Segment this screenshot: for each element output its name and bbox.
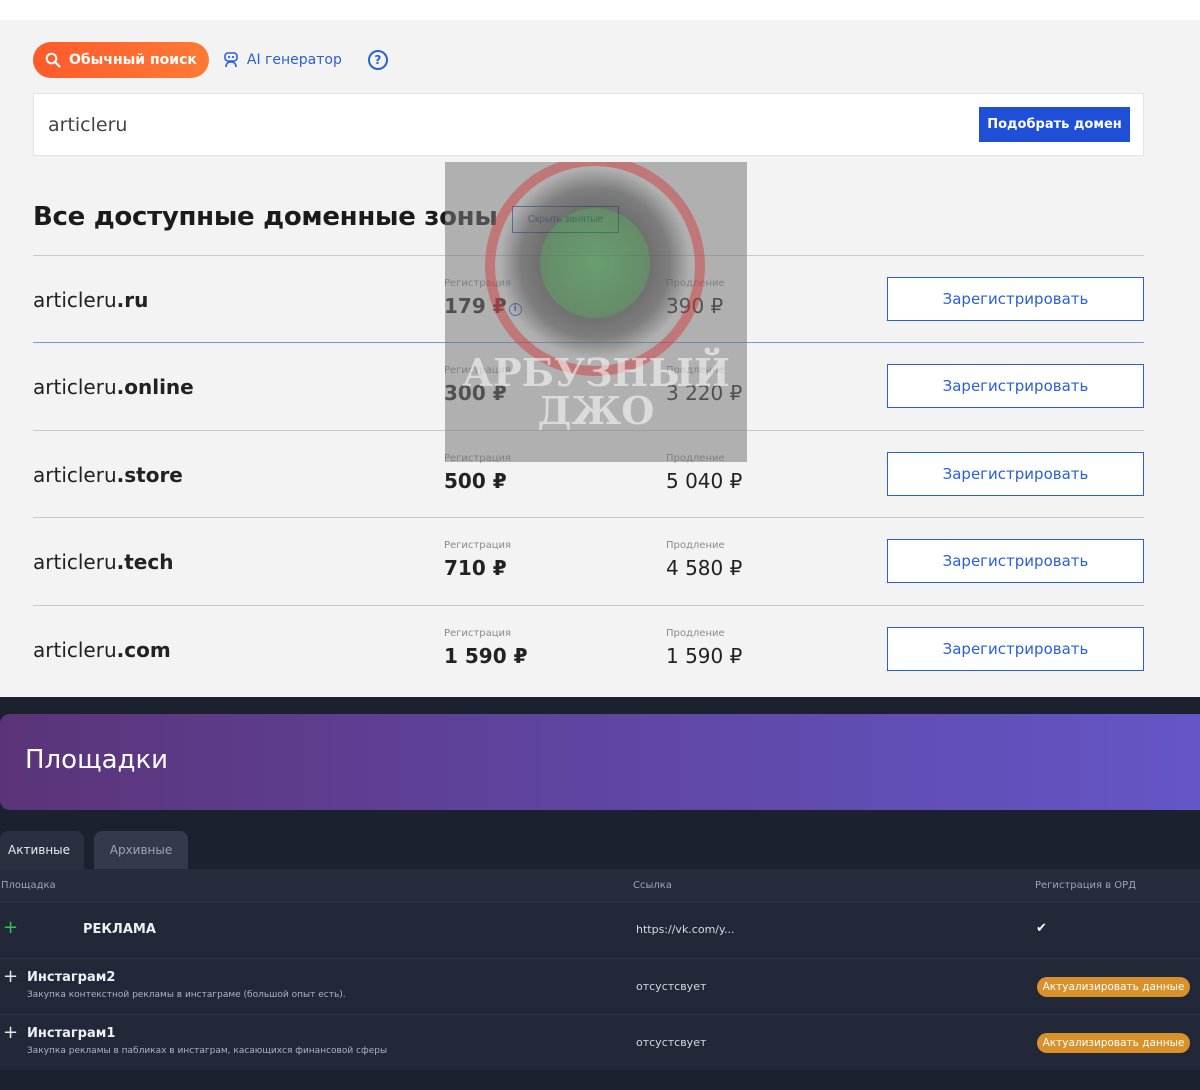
column-header-platform: Площадка	[1, 880, 56, 891]
column-header-ord: Регистрация в ОРД	[1035, 880, 1137, 891]
tab-active[interactable]: Активные	[0, 831, 84, 869]
platform-link: отсустсвует	[636, 980, 707, 993]
placements-tabs: Активные Архивные	[0, 831, 188, 869]
platform-link[interactable]: https://vk.com/y...	[636, 923, 734, 936]
registration-price: Регистрация 300 ₽	[444, 365, 512, 406]
domain-row: articleru.ru Регистрация 179 ₽ i Продлени…	[33, 255, 1144, 342]
expand-icon[interactable]: +	[3, 1022, 18, 1043]
renewal-price: Продление 5 040 ₽	[666, 452, 743, 493]
domain-search-input[interactable]	[48, 94, 948, 155]
tab-normal-search-label: Обычный поиск	[69, 52, 197, 68]
search-icon	[45, 52, 61, 68]
update-data-button[interactable]: Актуализировать данные	[1037, 977, 1190, 997]
renewal-price: Продление 3 220 ₽	[666, 365, 743, 406]
domain-name: articleru.store	[33, 462, 183, 487]
register-button[interactable]: Зарегистрировать	[887, 539, 1144, 584]
placements-table: Площадка Ссылка Регистрация в ОРД + РЕКЛ…	[0, 869, 1200, 1070]
domain-row: articleru.store Регистрация 500 ₽ Продле…	[33, 429, 1144, 517]
tab-ai-generator-label: AI генератор	[246, 52, 342, 68]
column-header-link: Ссылка	[633, 880, 672, 891]
placements-header: Площадки	[0, 714, 1200, 810]
platform-description: Закупка контекстной рекламы в инстаграме…	[27, 990, 346, 1000]
register-button[interactable]: Зарегистрировать	[887, 451, 1144, 496]
renewal-price: Продление 390 ₽	[666, 278, 725, 318]
renewal-price: Продление 4 580 ₽	[666, 540, 743, 581]
table-row[interactable]: + Инстаграм1 Закупка рекламы в пабликах …	[0, 1014, 1200, 1070]
domain-name: articleru.online	[33, 375, 194, 400]
platform-link: отсустсвует	[636, 1036, 707, 1049]
help-icon[interactable]: ?	[367, 50, 388, 70]
registration-price: Регистрация 710 ₽	[444, 540, 512, 581]
hide-taken-button[interactable]: Скрыть занятые	[512, 206, 619, 233]
info-icon[interactable]: i	[508, 303, 522, 316]
register-button[interactable]: Зарегистрировать	[887, 364, 1144, 409]
domain-name: articleru.tech	[33, 550, 174, 575]
domain-search-panel: Обычный поиск AI генератор ? Подобрать д…	[0, 20, 1200, 697]
platform-name: Инстаграм2	[27, 970, 116, 985]
tab-normal-search[interactable]: Обычный поиск	[33, 42, 209, 78]
table-row[interactable]: + РЕКЛАМА https://vk.com/y... ✔	[0, 902, 1200, 958]
domain-row: articleru.online Регистрация 300 ₽ Продл…	[33, 342, 1144, 429]
renewal-price: Продление 1 590 ₽	[666, 627, 743, 668]
expand-icon[interactable]: +	[3, 966, 18, 987]
update-data-button[interactable]: Актуализировать данные	[1037, 1033, 1190, 1053]
expand-icon[interactable]: +	[3, 917, 18, 938]
platform-description: Закупка рекламы в пабликах в инстаграм, …	[27, 1046, 388, 1056]
domain-search-box: Подобрать домен	[33, 93, 1144, 156]
pick-domain-button[interactable]: Подобрать домен	[979, 107, 1130, 142]
domain-row: articleru.tech Регистрация 710 ₽ Продлен…	[33, 517, 1144, 604]
search-mode-tabs: Обычный поиск AI генератор ?	[33, 42, 388, 78]
platform-name: Инстаграм1	[27, 1026, 116, 1041]
register-button[interactable]: Зарегистрировать	[887, 277, 1144, 321]
domain-name: articleru.ru	[33, 288, 149, 312]
check-icon: ✔	[1036, 921, 1047, 936]
zones-title: Все доступные доменные зоны	[33, 202, 498, 232]
platform-name: РЕКЛАМА	[83, 922, 156, 937]
registration-price: Регистрация 500 ₽	[444, 452, 512, 493]
register-button[interactable]: Зарегистрировать	[887, 626, 1144, 671]
page-title: Площадки	[25, 745, 169, 775]
tab-archived[interactable]: Архивные	[94, 831, 188, 869]
tab-ai-generator[interactable]: AI генератор	[223, 51, 342, 69]
registration-price: Регистрация 1 590 ₽	[444, 627, 528, 668]
table-header: Площадка Ссылка Регистрация в ОРД	[0, 869, 1200, 902]
domain-name: articleru.com	[33, 637, 171, 662]
robot-icon	[224, 52, 238, 68]
domain-list: articleru.ru Регистрация 179 ₽ i Продлени…	[33, 255, 1144, 692]
domain-row: articleru.com Регистрация 1 590 ₽ Продле…	[33, 604, 1144, 692]
registration-price: Регистрация 179 ₽ i	[444, 278, 522, 319]
table-row[interactable]: + Инстаграм2 Закупка контекстной рекламы…	[0, 958, 1200, 1014]
placements-panel: Площадки Активные Архивные Площадка Ссыл…	[0, 697, 1200, 1090]
